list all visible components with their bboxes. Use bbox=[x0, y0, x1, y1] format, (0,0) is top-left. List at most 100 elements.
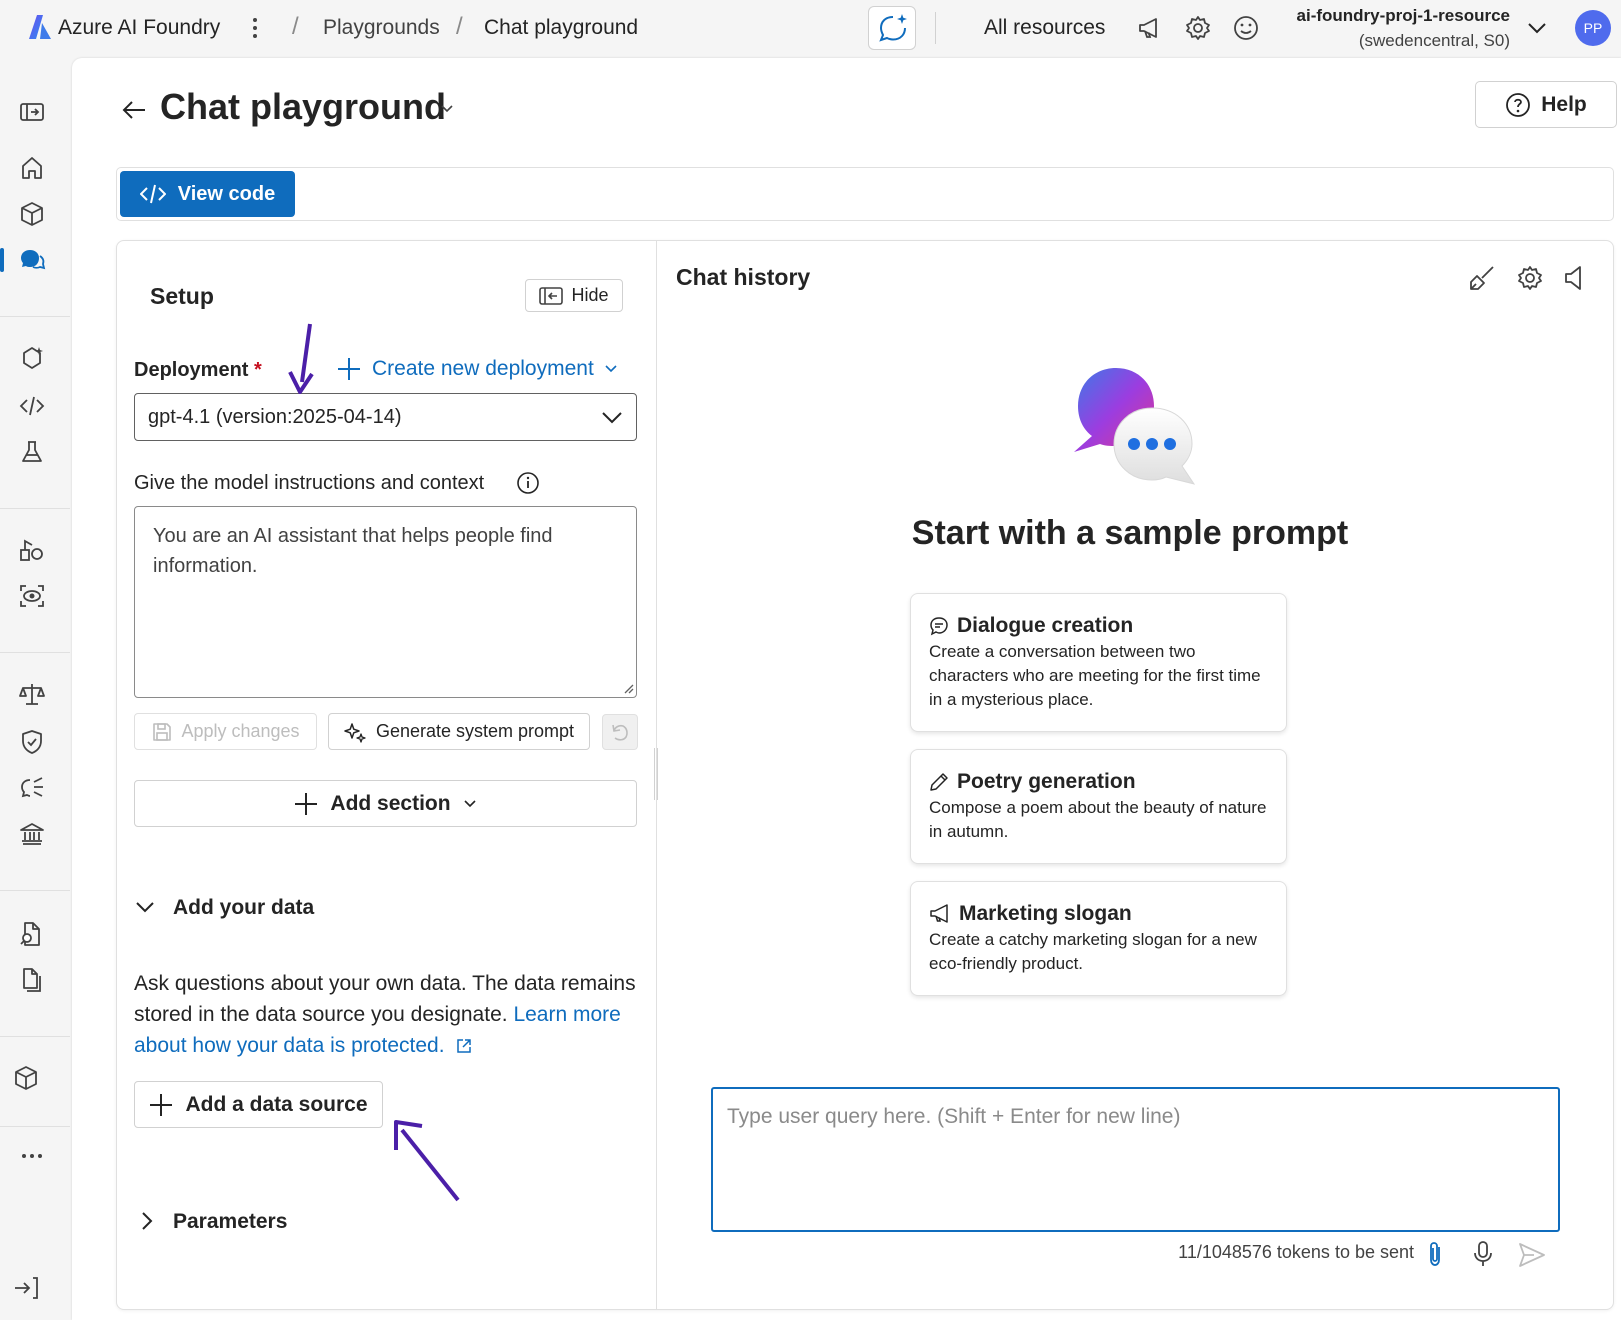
vision-scan-icon[interactable] bbox=[18, 582, 46, 610]
page-title[interactable]: Chat playground bbox=[160, 86, 446, 128]
all-resources-link[interactable]: All resources bbox=[984, 16, 1105, 40]
parameters-chevron-right-icon[interactable] bbox=[138, 1210, 156, 1232]
more-options-icon[interactable] bbox=[252, 16, 258, 40]
pen-icon bbox=[929, 772, 949, 792]
documents-icon[interactable] bbox=[18, 966, 46, 994]
deployment-select[interactable]: gpt-4.1 (version:2025-04-14) bbox=[134, 393, 637, 441]
reset-button[interactable] bbox=[602, 714, 638, 750]
resource-name[interactable]: ai-foundry-proj-1-resource bbox=[1240, 6, 1510, 26]
sparkle-icon bbox=[344, 721, 366, 743]
rail-divider bbox=[0, 508, 70, 509]
sign-in-arrow-icon[interactable] bbox=[12, 1274, 40, 1302]
resize-handle[interactable] bbox=[654, 748, 658, 800]
undo-icon bbox=[609, 721, 631, 743]
instructions-label: Give the model instructions and context bbox=[134, 472, 485, 494]
view-code-button[interactable]: View code bbox=[120, 171, 295, 217]
plus-icon bbox=[336, 356, 362, 382]
add-data-source-label: Add a data source bbox=[185, 1092, 368, 1116]
selected-indicator bbox=[0, 248, 4, 272]
scales-icon[interactable] bbox=[18, 680, 46, 708]
home-icon[interactable] bbox=[18, 154, 46, 182]
card-title-text: Marketing slogan bbox=[959, 902, 1132, 925]
back-arrow-icon[interactable] bbox=[120, 96, 148, 124]
title-chevron-down-icon[interactable] bbox=[440, 102, 454, 116]
add-your-data-title[interactable]: Add your data bbox=[173, 896, 314, 920]
copilot-button[interactable] bbox=[868, 6, 916, 50]
attach-paperclip-icon[interactable] bbox=[1424, 1240, 1446, 1268]
app-name[interactable]: Azure AI Foundry bbox=[58, 16, 220, 40]
card-title-text: Poetry generation bbox=[957, 770, 1136, 793]
settings-gear-icon[interactable] bbox=[1184, 14, 1212, 42]
model-catalog-icon[interactable] bbox=[18, 200, 46, 228]
add-data-chevron-down-icon[interactable] bbox=[134, 896, 156, 918]
chevron-down-icon[interactable] bbox=[1526, 17, 1548, 39]
token-count: 11/1048576 tokens to be sent bbox=[1178, 1242, 1414, 1262]
top-bar: Azure AI Foundry / Playgrounds / Chat pl… bbox=[0, 0, 1621, 58]
user-query-input[interactable]: Type user query here. (Shift + Enter for… bbox=[711, 1087, 1560, 1232]
fine-tuning-icon[interactable] bbox=[18, 536, 46, 564]
card-title-text: Dialogue creation bbox=[957, 614, 1134, 637]
sample-prompt-card[interactable]: Dialogue creation Create a conversation … bbox=[910, 593, 1287, 732]
create-deployment-label: Create new deployment bbox=[372, 357, 594, 380]
apply-changes-button[interactable]: Apply changes bbox=[134, 713, 317, 750]
monitor-chat-icon[interactable] bbox=[18, 774, 46, 802]
generate-system-prompt-button[interactable]: Generate system prompt bbox=[328, 713, 590, 750]
info-icon[interactable] bbox=[516, 471, 540, 495]
sample-prompt-card[interactable]: Poetry generation Compose a poem about t… bbox=[910, 749, 1287, 864]
collapse-panel-icon bbox=[539, 286, 564, 305]
avatar[interactable]: PP bbox=[1575, 10, 1611, 46]
rail-divider bbox=[0, 1126, 70, 1127]
breadcrumb-playgrounds[interactable]: Playgrounds bbox=[323, 16, 440, 40]
resize-grip-icon[interactable] bbox=[622, 682, 634, 694]
chat-settings-gear-icon[interactable] bbox=[1516, 264, 1544, 292]
add-section-button[interactable]: Add section bbox=[134, 780, 637, 827]
governance-building-icon[interactable] bbox=[18, 820, 46, 848]
add-section-label: Add section bbox=[330, 791, 451, 815]
speaker-icon[interactable] bbox=[1562, 264, 1586, 292]
rail-divider bbox=[0, 316, 70, 317]
code-icon[interactable] bbox=[18, 392, 46, 420]
annotation-arrow-up bbox=[394, 1120, 460, 1202]
sample-prompt-card[interactable]: Marketing slogan Create a catchy marketi… bbox=[910, 881, 1287, 996]
microphone-icon[interactable] bbox=[1472, 1240, 1494, 1268]
generate-prompt-label: Generate system prompt bbox=[375, 721, 575, 741]
rail-divider bbox=[0, 652, 70, 653]
topbar-divider bbox=[935, 12, 936, 44]
card-description: Create a catchy marketing slogan for a n… bbox=[929, 930, 1257, 973]
left-rail bbox=[0, 58, 72, 1320]
hide-button[interactable]: Hide bbox=[525, 279, 623, 312]
chat-bubbles-illustration-icon bbox=[1072, 366, 1196, 490]
management-cube-icon[interactable] bbox=[12, 1064, 40, 1092]
megaphone-icon bbox=[929, 904, 951, 924]
megaphone-icon[interactable] bbox=[1136, 14, 1164, 42]
apply-changes-label: Apply changes bbox=[181, 721, 300, 741]
required-mark: * bbox=[254, 359, 262, 381]
playground-chat-icon[interactable] bbox=[18, 246, 46, 274]
annotation-arrow-down bbox=[288, 323, 314, 394]
expand-panel-icon[interactable] bbox=[18, 98, 46, 126]
rail-divider bbox=[0, 1036, 70, 1037]
chevron-down-icon bbox=[604, 362, 618, 376]
deployment-label-text: Deployment bbox=[134, 359, 249, 381]
parameters-title[interactable]: Parameters bbox=[173, 1210, 287, 1234]
help-button[interactable]: Help bbox=[1475, 81, 1617, 128]
plus-icon bbox=[149, 1093, 173, 1117]
deployment-label: Deployment * bbox=[134, 359, 262, 382]
breadcrumb-separator: / bbox=[456, 13, 463, 40]
resource-region: (swedencentral, S0) bbox=[1358, 31, 1510, 50]
help-label: Help bbox=[1541, 92, 1587, 116]
agents-sparkle-icon[interactable] bbox=[18, 344, 46, 372]
send-icon[interactable] bbox=[1518, 1242, 1546, 1268]
system-instructions-textarea[interactable]: You are an AI assistant that helps peopl… bbox=[134, 506, 637, 698]
create-new-deployment-link[interactable]: Create new deployment bbox=[336, 356, 618, 382]
more-horizontal-icon[interactable] bbox=[20, 1152, 48, 1180]
clear-chat-broom-icon[interactable] bbox=[1468, 264, 1496, 292]
card-title: Poetry generation bbox=[929, 770, 1268, 794]
save-icon bbox=[151, 721, 173, 743]
document-search-icon[interactable] bbox=[18, 920, 46, 948]
add-data-source-button[interactable]: Add a data source bbox=[134, 1081, 383, 1128]
card-title: Marketing slogan bbox=[929, 902, 1268, 926]
shield-check-icon[interactable] bbox=[18, 728, 46, 756]
card-description: Create a conversation between two charac… bbox=[929, 642, 1261, 709]
flask-icon[interactable] bbox=[18, 438, 46, 466]
